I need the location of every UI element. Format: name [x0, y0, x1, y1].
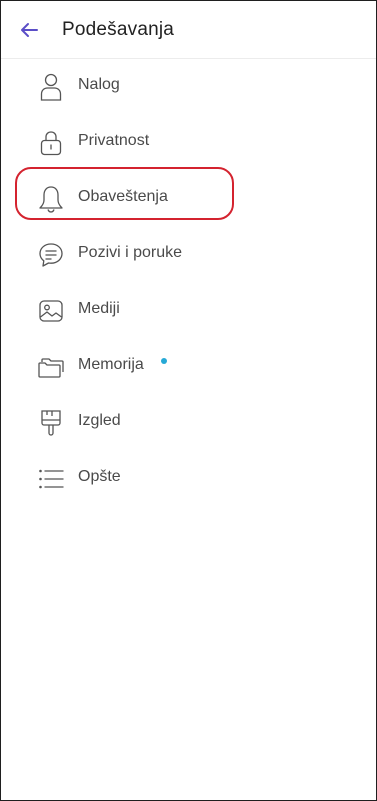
- page-title: Podešavanja: [62, 19, 175, 40]
- menu-item-label: Nalog: [78, 76, 120, 93]
- menu-item-label: Pozivi i poruke: [78, 244, 183, 261]
- menu-item-obavestenja[interactable]: Obaveštenja: [1, 171, 376, 227]
- menu-item-mediji[interactable]: Mediji: [1, 283, 376, 339]
- person-icon: [36, 72, 66, 102]
- menu-item-label: Izgled: [78, 412, 121, 429]
- settings-menu: Nalog Privatnost Obaveštenja Pozivi i po…: [1, 59, 376, 507]
- menu-item-izgled[interactable]: Izgled: [1, 395, 376, 451]
- list-icon: [36, 464, 66, 494]
- menu-item-privatnost[interactable]: Privatnost: [1, 115, 376, 171]
- app-header: Podešavanja: [1, 1, 376, 59]
- lock-icon: [36, 128, 66, 158]
- brush-icon: [36, 408, 66, 438]
- menu-item-nalog[interactable]: Nalog: [1, 59, 376, 115]
- chat-bubble-icon: [36, 240, 66, 270]
- bell-icon: [36, 184, 66, 214]
- image-icon: [36, 296, 66, 326]
- back-button[interactable]: [15, 17, 43, 43]
- menu-item-label: Memorija: [78, 356, 144, 373]
- menu-item-pozivi-i-poruke[interactable]: Pozivi i poruke: [1, 227, 376, 283]
- settings-screen: Podešavanja Nalog Privatnost Obaveštenja…: [0, 0, 377, 801]
- arrow-left-icon: [19, 22, 39, 38]
- menu-item-label: Obaveštenja: [78, 188, 168, 205]
- folders-icon: [36, 352, 66, 382]
- menu-item-label: Mediji: [78, 300, 120, 317]
- menu-item-label: Privatnost: [78, 132, 150, 149]
- menu-item-opste[interactable]: Opšte: [1, 451, 376, 507]
- menu-item-label: Opšte: [78, 468, 121, 485]
- menu-item-memorija[interactable]: Memorija: [1, 339, 376, 395]
- notification-dot: [161, 358, 167, 364]
